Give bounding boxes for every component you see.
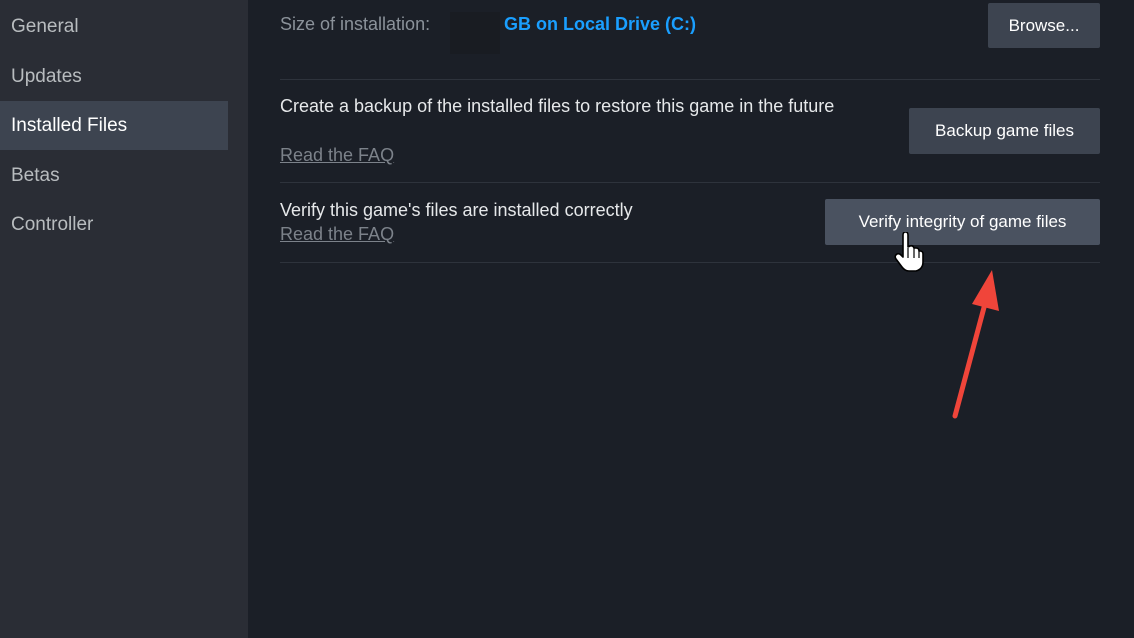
size-redacted-block: [450, 12, 500, 54]
size-of-installation-value: GB on Local Drive (C:): [504, 14, 697, 34]
backup-game-files-button[interactable]: Backup game files: [909, 108, 1100, 154]
sidebar-item-controller[interactable]: Controller: [0, 200, 228, 249]
divider: [280, 79, 1100, 80]
verify-description: Verify this game's files are installed c…: [280, 200, 633, 220]
divider: [280, 262, 1100, 263]
sidebar-item-installed-files[interactable]: Installed Files: [0, 101, 228, 150]
sidebar-item-betas[interactable]: Betas: [0, 151, 228, 200]
settings-sidebar: General Updates Installed Files Betas Co…: [0, 0, 248, 638]
backup-description: Create a backup of the installed files t…: [280, 96, 835, 116]
verify-integrity-button[interactable]: Verify integrity of game files: [825, 199, 1100, 245]
sidebar-item-updates[interactable]: Updates: [0, 52, 228, 101]
sidebar-item-general[interactable]: General: [0, 2, 228, 51]
divider: [280, 182, 1100, 183]
hand-pointer-icon: [894, 232, 924, 272]
verify-faq-link[interactable]: Read the FAQ: [280, 224, 394, 245]
backup-faq-link[interactable]: Read the FAQ: [280, 145, 394, 166]
installed-files-panel: Size of installation: GB on Local Drive …: [248, 0, 1134, 638]
size-of-installation-label: Size of installation:: [280, 14, 431, 34]
browse-button[interactable]: Browse...: [988, 3, 1100, 48]
